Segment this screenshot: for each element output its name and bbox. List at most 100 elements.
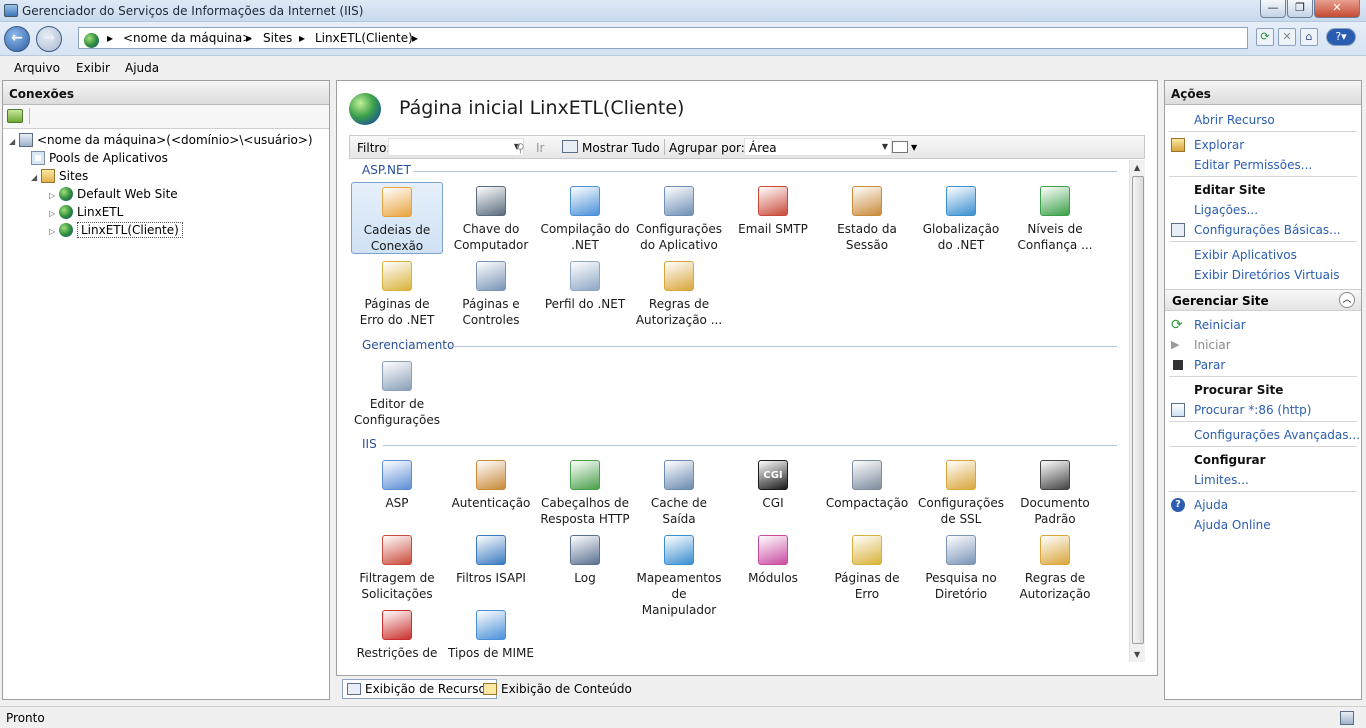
tree-node-linxetl[interactable]: ▷ LinxETL — [49, 203, 123, 221]
action-stop[interactable]: Parar — [1194, 358, 1225, 372]
address-segment-site[interactable]: LinxETL(Cliente) — [315, 31, 413, 45]
home-icon[interactable]: ⌂ — [1300, 28, 1318, 46]
action-restart[interactable]: Reiniciar — [1194, 318, 1246, 332]
restart-icon: ⟳ — [1171, 317, 1183, 333]
action-browse-86[interactable]: Procurar *:86 (http) — [1194, 403, 1311, 417]
feature-cgi[interactable]: CGI CGI — [727, 456, 819, 528]
action-view-virtual-dirs[interactable]: Exibir Diretórios Virtuais — [1194, 268, 1340, 282]
tree-node-sites[interactable]: ◢ Sites — [31, 167, 88, 185]
action-start[interactable]: Iniciar — [1194, 338, 1231, 352]
expander-icon[interactable]: ▷ — [49, 223, 59, 241]
feature-app-settings[interactable]: Configurações do Aplicativo — [633, 182, 725, 254]
feature-directory-browsing[interactable]: Pesquisa no Diretório — [915, 531, 1007, 603]
feature-log[interactable]: Log — [539, 531, 631, 603]
refresh-icon[interactable]: ⟳ — [1256, 28, 1274, 46]
scroll-thumb[interactable] — [1132, 176, 1144, 644]
tree-node-app-pools[interactable]: Pools de Aplicativos — [31, 149, 168, 167]
tree-node-server[interactable]: ◢ <nome da máquina>(<domínio>\<usuário>) — [9, 131, 313, 149]
action-bindings[interactable]: Ligações... — [1194, 203, 1258, 217]
tab-content-view[interactable]: Exibição de Conteúdo — [478, 679, 637, 699]
action-view-applications[interactable]: Exibir Aplicativos — [1194, 248, 1297, 262]
maximize-button[interactable]: ❐ — [1287, 0, 1313, 18]
go-button[interactable]: Ir — [536, 141, 544, 155]
feature-connection-strings[interactable]: Cadeias de Conexão — [351, 182, 443, 254]
feature-ssl-settings[interactable]: Configurações de SSL — [915, 456, 1007, 528]
menu-exibir[interactable]: Exibir — [76, 61, 110, 75]
action-separator — [1169, 376, 1357, 377]
group-by-label: Agrupar por: — [669, 141, 745, 155]
vertical-scrollbar[interactable]: ▲ ▼ — [1129, 160, 1145, 662]
manage-site-header[interactable]: Gerenciar Site ︿ — [1165, 289, 1361, 311]
expander-icon[interactable]: ◢ — [9, 133, 19, 151]
feature-authorization-rules[interactable]: Regras de Autorização — [1009, 531, 1101, 603]
collapse-icon[interactable]: ︿ — [1339, 292, 1355, 308]
connect-icon[interactable] — [7, 109, 23, 123]
scroll-down-icon[interactable]: ▼ — [1134, 650, 1140, 659]
feature-mime-types[interactable]: Tipos de MIME — [445, 606, 537, 662]
help-dropdown-icon[interactable]: ?▾ — [1326, 28, 1356, 46]
feature-output-cache[interactable]: Cache de Saída — [633, 456, 725, 528]
action-help[interactable]: Ajuda — [1194, 498, 1228, 512]
action-explore[interactable]: Explorar — [1194, 138, 1244, 152]
forward-button[interactable]: → — [36, 26, 62, 52]
section-header-iis: IIS — [362, 437, 377, 451]
show-all-button[interactable]: Mostrar Tudo — [582, 141, 660, 155]
action-online-help[interactable]: Ajuda Online — [1194, 518, 1271, 532]
action-open-feature[interactable]: Abrir Recurso — [1194, 113, 1275, 127]
chevron-down-icon[interactable]: ▼ — [911, 143, 917, 152]
feature-pages-controls[interactable]: Páginas e Controles — [445, 257, 537, 329]
feature-authorization-rules-net[interactable]: Regras de Autorização ... — [633, 257, 725, 329]
feature-smtp-email[interactable]: Email SMTP — [727, 182, 819, 254]
scroll-up-icon[interactable]: ▲ — [1134, 163, 1140, 172]
tree-node-default-web-site[interactable]: ▷ Default Web Site — [49, 185, 178, 203]
stop-icon[interactable]: ✕ — [1278, 28, 1296, 46]
feature-config-editor[interactable]: Editor de Configurações — [351, 357, 443, 429]
feature-label: Autenticação — [451, 496, 531, 510]
app-pools-icon — [31, 151, 45, 165]
action-basic-settings[interactable]: Configurações Básicas... — [1194, 223, 1341, 237]
feature-label: Log — [574, 571, 596, 585]
feature-isapi-filters[interactable]: Filtros ISAPI — [445, 531, 537, 603]
action-edit-permissions[interactable]: Editar Permissões... — [1194, 158, 1312, 172]
expander-icon[interactable]: ◢ — [31, 169, 41, 187]
feature-http-headers[interactable]: Cabeçalhos de Resposta HTTP — [539, 456, 631, 528]
feature-compression[interactable]: Compactação — [821, 456, 913, 528]
menu-arquivo[interactable]: Arquivo — [14, 61, 60, 75]
binoculars-icon[interactable]: ⚲ — [516, 141, 525, 155]
page-title: Página inicial LinxETL(Cliente) — [399, 97, 685, 119]
action-limits[interactable]: Limites... — [1194, 473, 1249, 487]
feature-default-document[interactable]: Documento Padrão — [1009, 456, 1101, 528]
feature-error-pages[interactable]: Páginas de Erro — [821, 531, 913, 603]
feature-authentication[interactable]: Autenticação — [445, 456, 537, 528]
feature-modules[interactable]: Módulos — [727, 531, 819, 603]
feature-session-state[interactable]: Estado da Sessão — [821, 182, 913, 254]
back-button[interactable]: ← — [4, 26, 30, 52]
net-compilation-icon — [570, 186, 600, 216]
menu-ajuda[interactable]: Ajuda — [125, 61, 159, 75]
feature-ip-restrictions[interactable]: Restrições de IP — [351, 606, 443, 662]
tab-features-view[interactable]: Exibição de Recursos — [342, 679, 498, 699]
feature-net-globalization[interactable]: Globalização do .NET — [915, 182, 1007, 254]
feature-machine-key[interactable]: Chave do Computador — [445, 182, 537, 254]
feature-trust-levels[interactable]: Níveis de Confiança ... — [1009, 182, 1101, 254]
chevron-down-icon[interactable]: ▼ — [882, 142, 888, 151]
address-segment-machine[interactable]: <nome da máquina> — [123, 31, 252, 45]
action-advanced-settings[interactable]: Configurações Avançadas... — [1194, 428, 1360, 442]
feature-request-filtering[interactable]: Filtragem de Solicitações — [351, 531, 443, 603]
feature-net-compilation[interactable]: Compilação do .NET — [539, 182, 631, 254]
tree-node-linxetl-cliente[interactable]: ▷ LinxETL(Cliente) — [49, 221, 183, 239]
feature-label: CGI — [762, 496, 784, 510]
feature-label: Compactação — [825, 496, 909, 510]
address-segment-sites[interactable]: Sites — [263, 31, 292, 45]
filter-input[interactable]: ▼ — [388, 138, 524, 156]
directory-browsing-icon — [946, 535, 976, 565]
minimize-button[interactable]: — — [1260, 0, 1286, 18]
feature-handler-mappings[interactable]: Mapeamentos de Manipulador — [633, 531, 725, 617]
address-bar[interactable]: ▸ <nome da máquina> ▸ Sites ▸ LinxETL(Cl… — [78, 27, 1248, 49]
feature-asp[interactable]: ASP — [351, 456, 443, 528]
view-mode-icon[interactable] — [892, 141, 908, 153]
group-by-select[interactable]: Área ▼ — [744, 138, 892, 156]
close-button[interactable]: ✕ — [1314, 0, 1360, 18]
feature-net-error-pages[interactable]: Páginas de Erro do .NET — [351, 257, 443, 329]
feature-net-profile[interactable]: Perfil do .NET — [539, 257, 631, 329]
